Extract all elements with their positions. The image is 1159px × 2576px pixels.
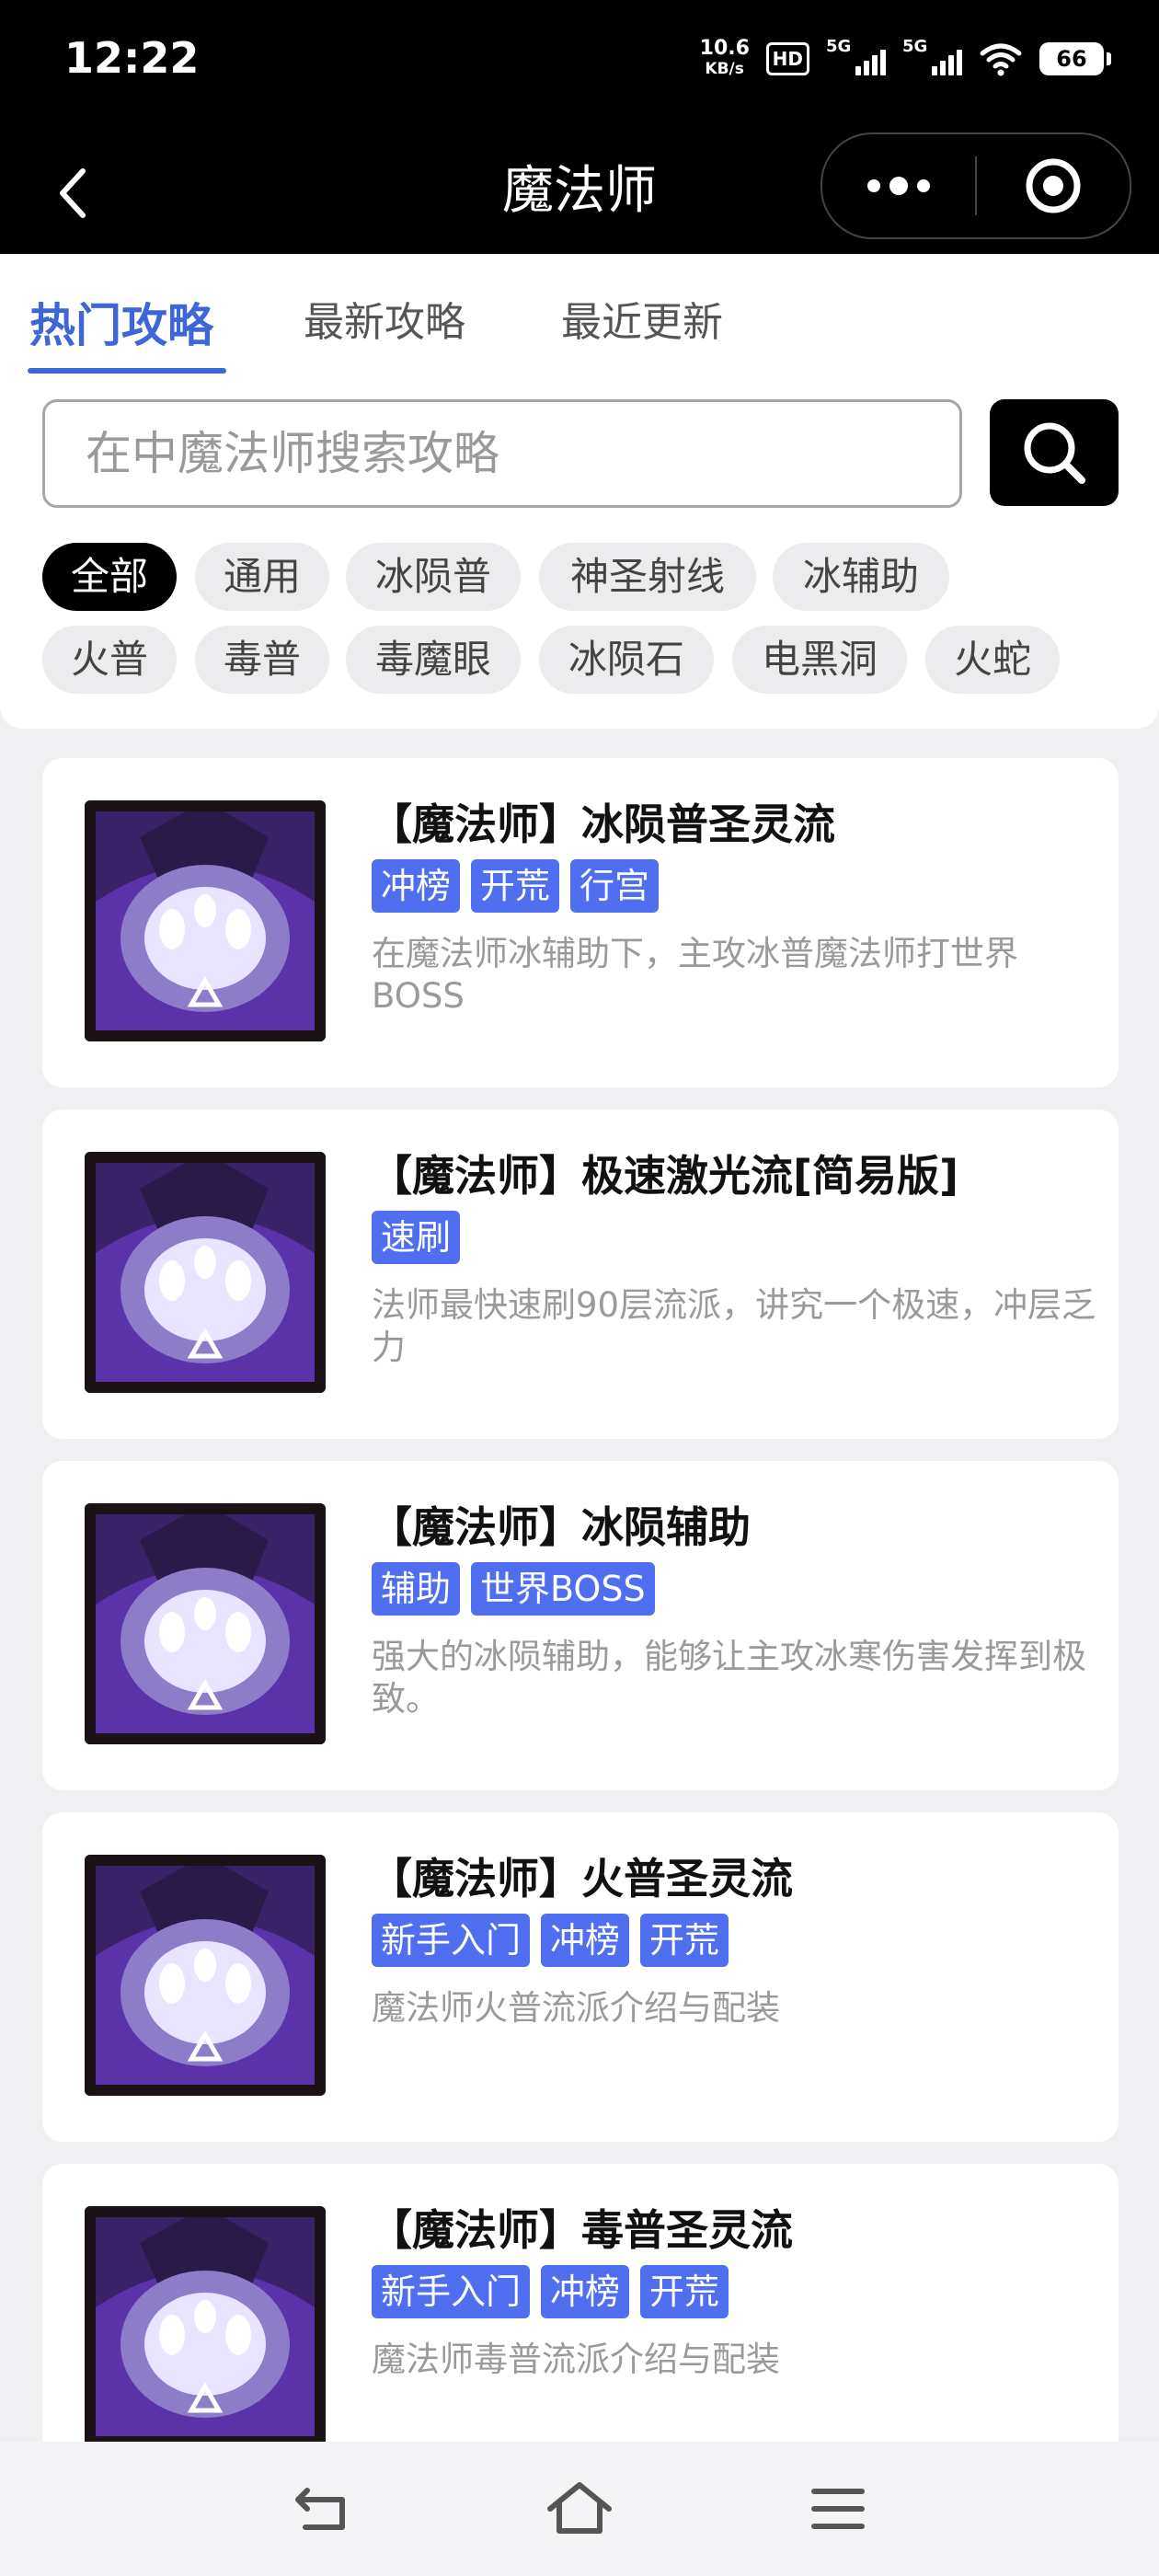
system-navigation-bar (0, 2442, 1159, 2576)
search-icon (1024, 422, 1085, 484)
guide-tag: 冲榜 (541, 1914, 630, 1967)
filter-chip[interactable]: 通用 (195, 543, 329, 611)
filter-chip[interactable]: 火普 (42, 626, 177, 694)
guide-tag: 辅助 (372, 1562, 461, 1616)
filter-chip[interactable]: 毒普 (195, 626, 329, 694)
guide-description: 魔法师火普流派介绍与配装 (372, 1988, 780, 2028)
guide-thumbnail (85, 800, 326, 1041)
home-nav-button[interactable] (512, 2442, 647, 2576)
hd-icon: HD (765, 42, 809, 75)
status-time: 12:22 (64, 33, 200, 83)
guide-card[interactable]: 【魔法师】火普圣灵流 新手入门 冲榜 开荒 魔法师火普流派介绍与配装 (42, 1812, 1119, 2142)
network-speed: 10.6 KB/s (700, 39, 750, 79)
guide-tag: 冲榜 (541, 2265, 630, 2318)
guide-tags: 辅助 世界BOSS (372, 1562, 655, 1616)
menu-icon (811, 2489, 865, 2529)
battery-icon: 66 (1039, 42, 1111, 75)
guide-tags: 新手入门 冲榜 开荒 (372, 1914, 729, 1967)
target-icon (1026, 158, 1081, 213)
guide-tag: 速刷 (372, 1211, 461, 1264)
wifi-icon (980, 43, 1022, 76)
mage-portrait-image (85, 2206, 326, 2447)
tab-latest-guides[interactable]: 最新攻略 (304, 289, 465, 348)
guide-card[interactable]: 【魔法师】冰陨普圣灵流 冲榜 开荒 行宫 在魔法师冰辅助下，主攻冰普魔法师打世界… (42, 758, 1119, 1087)
filter-chip[interactable]: 冰陨普 (346, 543, 521, 611)
mage-portrait-image (85, 1855, 326, 2096)
tab-bar: 热门攻略 最新攻略 最近更新 (0, 254, 1159, 377)
guide-description: 在魔法师冰辅助下，主攻冰普魔法师打世界BOSS (372, 934, 1018, 1016)
guide-tag: 世界BOSS (471, 1562, 655, 1616)
signal-label: 5G (902, 37, 928, 56)
status-bar: 12:22 10.6 KB/s HD 5G 5G 66 (0, 0, 1159, 129)
guide-description: 魔法师毒普流派介绍与配装 (372, 2340, 780, 2379)
guide-tags: 速刷 (372, 1211, 461, 1264)
guide-thumbnail (85, 2206, 326, 2447)
guide-tags: 冲榜 开荒 行宫 (372, 859, 660, 913)
search-input[interactable] (42, 399, 962, 508)
network-speed-unit: KB/s (705, 60, 744, 78)
guide-title: 【魔法师】极速激光流[简易版] (370, 1151, 959, 1201)
return-icon (295, 2488, 345, 2530)
guide-tag: 冲榜 (372, 859, 461, 913)
guide-title: 【魔法师】毒普圣灵流 (370, 2205, 793, 2255)
filter-panel: 全部 通用 冰陨普 神圣射线 冰辅助 火普 毒普 毒魔眼 冰陨石 电黑洞 火蛇 (0, 377, 1159, 729)
guide-title: 【魔法师】冰陨普圣灵流 (370, 799, 835, 849)
mage-portrait-image (85, 1503, 326, 1744)
guide-thumbnail (85, 1152, 326, 1393)
signal-icon: 5G (826, 37, 886, 75)
guide-thumbnail (85, 1855, 326, 2096)
guide-description: 强大的冰陨辅助，能够让主攻冰寒伤害发挥到极致。 (372, 1637, 1086, 1719)
filter-chip[interactable]: 电黑洞 (732, 626, 907, 694)
guide-tags: 新手入门 冲榜 开荒 (372, 2265, 729, 2318)
signal-icon: 5G (902, 37, 962, 75)
tab-hot-guides[interactable]: 热门攻略 (29, 289, 213, 355)
guide-title: 【魔法师】火普圣灵流 (370, 1854, 793, 1903)
more-button[interactable] (822, 134, 975, 237)
guide-tag: 开荒 (640, 2265, 729, 2318)
nav-bar: 魔法师 (0, 129, 1159, 254)
guide-tag: 新手入门 (372, 2265, 531, 2318)
signal-label: 5G (826, 37, 852, 56)
guide-title: 【魔法师】冰陨辅助 (370, 1502, 751, 1552)
menu-nav-button[interactable] (771, 2442, 905, 2576)
tab-underline (28, 368, 226, 374)
filter-chip[interactable]: 神圣射线 (539, 543, 756, 611)
guide-tag: 开荒 (471, 859, 560, 913)
guide-card[interactable]: 【魔法师】冰陨辅助 辅助 世界BOSS 强大的冰陨辅助，能够让主攻冰寒伤害发挥到… (42, 1461, 1119, 1790)
guide-card[interactable]: 【魔法师】极速激光流[简易版] 速刷 法师最快速刷90层流派，讲究一个极速，冲层… (42, 1110, 1119, 1439)
search-button[interactable] (990, 399, 1119, 506)
filter-chip-all[interactable]: 全部 (42, 543, 177, 611)
mini-program-capsule (820, 132, 1131, 239)
filter-chip[interactable]: 火蛇 (925, 626, 1060, 694)
mage-portrait-image (85, 1152, 326, 1393)
filter-chip[interactable]: 冰陨石 (539, 626, 714, 694)
guide-tag: 行宫 (570, 859, 660, 913)
guide-tag: 新手入门 (372, 1914, 531, 1967)
close-button[interactable] (977, 156, 1130, 215)
guide-thumbnail (85, 1503, 326, 1744)
tab-recently-updated[interactable]: 最近更新 (561, 289, 723, 348)
guide-tag: 开荒 (640, 1914, 729, 1967)
home-icon (547, 2482, 612, 2534)
network-speed-value: 10.6 (699, 37, 750, 60)
status-icons: 10.6 KB/s HD 5G 5G 66 (700, 37, 1111, 79)
guide-description: 法师最快速刷90层流派，讲究一个极速，冲层乏力 (372, 1285, 1096, 1367)
back-nav-button[interactable] (256, 2442, 390, 2576)
filter-chip[interactable]: 毒魔眼 (346, 626, 521, 694)
mage-portrait-image (85, 800, 326, 1041)
filter-chip[interactable]: 冰辅助 (773, 543, 949, 611)
